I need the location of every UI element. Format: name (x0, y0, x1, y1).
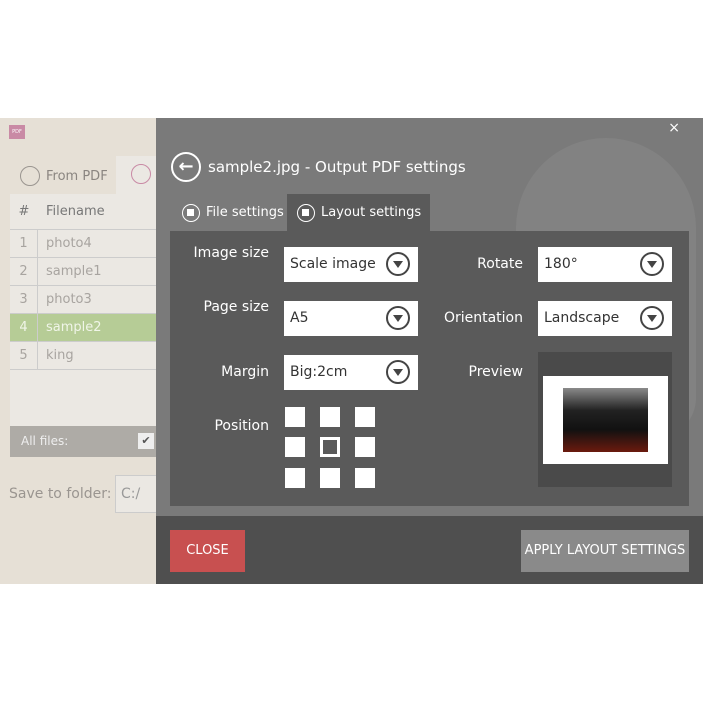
orientation-select[interactable]: Landscape (538, 301, 672, 336)
rotate-label: Rotate (477, 256, 523, 272)
select-value: Landscape (544, 310, 620, 326)
position-middle-right[interactable] (355, 437, 375, 457)
image-size-select[interactable]: Scale image (284, 247, 418, 282)
position-top-right[interactable] (355, 407, 375, 427)
row-number: 3 (10, 286, 38, 313)
position-middle-left[interactable] (285, 437, 305, 457)
from-pdf-icon (20, 166, 40, 186)
orientation-label: Orientation (443, 310, 523, 326)
position-bottom-center[interactable] (320, 468, 340, 488)
position-top-left[interactable] (285, 407, 305, 427)
table-row[interactable]: 3 photo3 (10, 286, 156, 314)
table-row-selected[interactable]: 4 sample2 (10, 314, 156, 342)
close-button[interactable]: CLOSE (170, 530, 245, 572)
row-number: 5 (10, 342, 38, 369)
row-filename: sample2 (46, 320, 102, 335)
apply-layout-settings-button[interactable]: APPLY LAYOUT SETTINGS (521, 530, 689, 572)
tab-file-settings[interactable]: File settings (172, 194, 287, 231)
all-files-label: All files: (21, 434, 69, 448)
back-arrow-icon[interactable]: ← (171, 152, 201, 182)
col-number: # (18, 204, 30, 219)
row-number: 1 (10, 230, 38, 257)
file-table: # Filename 1 photo4 2 sample1 3 photo3 4 samp… (10, 194, 156, 456)
col-filename: Filename (46, 204, 105, 219)
select-value: Scale image (290, 256, 376, 272)
tab-from-pdf[interactable]: From PDF (0, 158, 108, 194)
select-value: A5 (290, 310, 309, 326)
table-row[interactable]: 1 photo4 (10, 230, 156, 258)
position-label: Position (214, 418, 269, 434)
rotate-select[interactable]: 180° (538, 247, 672, 282)
select-value: Big:2cm (290, 364, 348, 380)
dialog-footer: CLOSE APPLY LAYOUT SETTINGS (156, 516, 703, 584)
image-size-label: Image size (193, 245, 269, 261)
preview-label: Preview (468, 364, 524, 380)
tab-layout-settings[interactable]: Layout settings (287, 194, 430, 231)
all-files-bar: All files: ✔ (10, 426, 156, 457)
position-top-center[interactable] (320, 407, 340, 427)
select-value: 180° (544, 256, 578, 272)
position-bottom-left[interactable] (285, 468, 305, 488)
margin-select[interactable]: Big:2cm (284, 355, 418, 390)
tab-label: File settings (206, 205, 284, 220)
row-number: 4 (10, 314, 38, 341)
table-row[interactable]: 2 sample1 (10, 258, 156, 286)
save-folder-label: Save to folder: (9, 486, 112, 502)
position-bottom-right[interactable] (355, 468, 375, 488)
table-row[interactable]: 5 king (10, 342, 156, 370)
margin-label: Margin (221, 364, 269, 380)
preview-image (563, 388, 648, 452)
row-filename: king (46, 348, 74, 363)
save-folder-input[interactable]: C:/ (115, 475, 160, 513)
all-files-checkbox[interactable]: ✔ (138, 433, 154, 449)
output-pdf-settings-dialog: × ← sample2.jpg - Output PDF settings Fi… (156, 118, 703, 584)
tab-to-pdf[interactable] (116, 156, 156, 194)
row-filename: photo3 (46, 292, 92, 307)
app-logo: PDF (9, 125, 25, 139)
row-filename: photo4 (46, 236, 92, 251)
table-header: # Filename (10, 194, 156, 230)
row-number: 2 (10, 258, 38, 285)
tab-label: Layout settings (321, 205, 422, 220)
row-filename: sample1 (46, 264, 102, 279)
tab-label: From PDF (46, 168, 108, 184)
chevron-down-icon (640, 306, 664, 330)
close-x-button[interactable]: × (668, 120, 680, 136)
layout-icon (297, 203, 315, 222)
preview-page (543, 376, 668, 464)
page-size-label: Page size (203, 299, 270, 315)
page-size-select[interactable]: A5 (284, 301, 418, 336)
file-icon (182, 203, 200, 222)
preview-box (538, 352, 672, 487)
position-center-selected[interactable] (320, 437, 340, 457)
chevron-down-icon (640, 252, 664, 276)
to-pdf-icon (131, 164, 151, 184)
layout-settings-panel: Image size Scale image Page size A5 Marg… (170, 231, 689, 506)
dialog-title: sample2.jpg - Output PDF settings (208, 158, 466, 176)
